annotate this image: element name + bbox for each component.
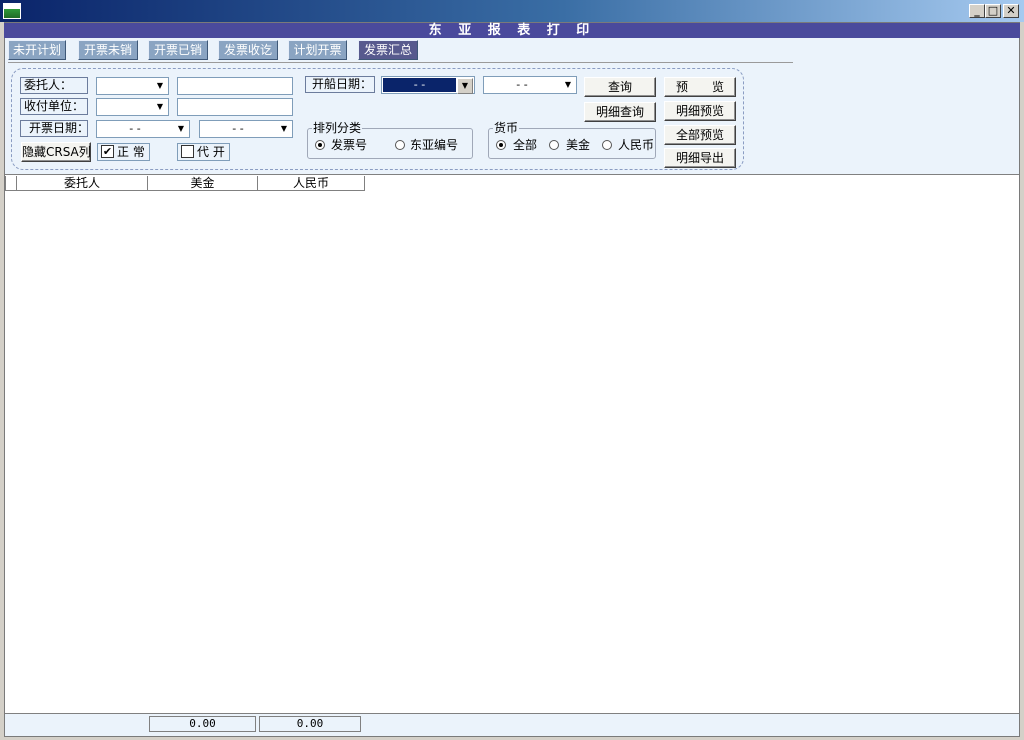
column-header-rmb[interactable]: 人民币 [257, 176, 365, 191]
tab-divider [8, 62, 793, 63]
payee-text-input[interactable] [177, 98, 293, 116]
preview-button[interactable]: 预 览 [664, 77, 736, 97]
payee-combo[interactable]: ▼ [96, 98, 169, 116]
invoice-date-from[interactable]: - - ▼ [96, 120, 190, 138]
sail-date-label: 开船日期： [305, 76, 375, 93]
invoice-date-label: 开票日期： [20, 120, 89, 137]
app-icon [3, 3, 21, 19]
client-text-input[interactable] [177, 77, 293, 95]
normal-checkbox[interactable]: ✔ [101, 145, 114, 158]
sort-dongya-no-radio[interactable] [395, 140, 405, 150]
payee-label: 收付单位： [20, 98, 88, 115]
invoice-date-from-value: - - [129, 122, 141, 135]
tab-invoice-received[interactable]: 发票收讫 [218, 40, 278, 60]
invoice-date-to-value: - - [232, 122, 244, 135]
currency-rmb-radio[interactable] [602, 140, 612, 150]
proxy-checkbox-wrapper[interactable]: 代 开 [177, 143, 230, 161]
currency-usd-radio[interactable] [549, 140, 559, 150]
client-label: 委托人： [20, 77, 88, 94]
title-bar [0, 0, 1024, 22]
detail-export-button[interactable]: 明细导出 [664, 148, 736, 168]
detail-query-button[interactable]: 明细查询 [584, 102, 656, 122]
total-usd: 0.00 [149, 716, 256, 732]
client-combo[interactable]: ▼ [96, 77, 169, 95]
chevron-down-icon: ▼ [156, 81, 164, 90]
currency-all-radio[interactable] [496, 140, 506, 150]
tab-invoiced-settled[interactable]: 开票已销 [148, 40, 208, 60]
tab-unopened-plan[interactable]: 未开计划 [8, 40, 66, 60]
tab-invoice-summary[interactable]: 发票汇总 [358, 40, 418, 60]
proxy-checkbox[interactable] [181, 145, 194, 158]
tab-invoiced-unsettled[interactable]: 开票未销 [78, 40, 138, 60]
sail-date-to-value: - - [516, 78, 528, 91]
currency-rmb-label[interactable]: 人民币 [618, 138, 654, 152]
sort-invoice-no-label[interactable]: 发票号 [331, 138, 367, 152]
chevron-down-icon: ▼ [177, 124, 185, 133]
proxy-label: 代 开 [197, 145, 225, 159]
sort-group-title: 排列分类 [312, 121, 363, 135]
hide-crsa-button[interactable]: 隐藏CRSA列 [21, 142, 91, 162]
sail-date-to[interactable]: - - ▼ [483, 76, 577, 94]
chevron-down-icon: ▼ [564, 80, 572, 89]
chevron-down-icon: ▼ [280, 124, 288, 133]
sort-invoice-no-radio[interactable] [315, 140, 325, 150]
sail-date-from-value: - - [383, 78, 456, 92]
full-preview-button[interactable]: 全部预览 [664, 125, 736, 145]
query-button[interactable]: 查询 [584, 77, 656, 97]
close-button[interactable]: ✕ [1003, 4, 1019, 18]
normal-label: 正 常 [117, 145, 145, 159]
normal-checkbox-wrapper[interactable]: ✔ 正 常 [97, 143, 150, 161]
currency-group-title: 货币 [493, 121, 520, 135]
minimize-button[interactable]: _ [969, 4, 985, 18]
invoice-date-to[interactable]: - - ▼ [199, 120, 293, 138]
total-rmb: 0.00 [259, 716, 361, 732]
sort-dongya-no-label[interactable]: 东亚编号 [410, 138, 458, 152]
report-title: 东 亚 报 表 打 印 [4, 23, 1020, 38]
chevron-down-icon: ▼ [156, 102, 164, 111]
currency-all-label[interactable]: 全部 [513, 138, 537, 152]
column-header-client[interactable]: 委托人 [16, 176, 148, 191]
tab-plan-invoicing[interactable]: 计划开票 [288, 40, 347, 60]
data-grid[interactable] [5, 174, 1019, 713]
column-header-usd[interactable]: 美金 [147, 176, 258, 191]
sail-date-from[interactable]: - - ▼ [381, 76, 475, 94]
detail-preview-button[interactable]: 明细预览 [664, 101, 736, 121]
maximize-button[interactable]: □ [985, 4, 1001, 18]
currency-usd-label[interactable]: 美金 [566, 138, 590, 152]
chevron-down-icon: ▼ [457, 78, 473, 94]
